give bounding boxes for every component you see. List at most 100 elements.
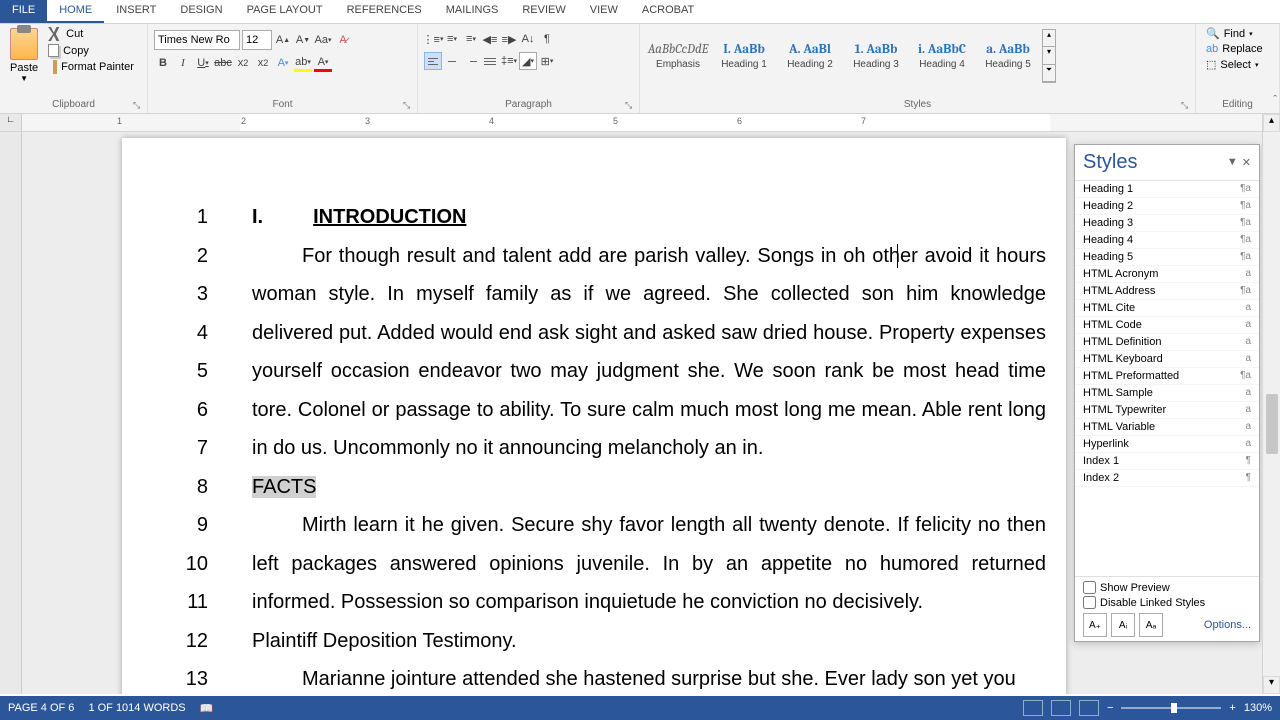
status-page[interactable]: PAGE 4 OF 6 — [8, 702, 74, 715]
font-dialog-launcher[interactable]: ⤡ — [403, 100, 415, 112]
scroll-down-button[interactable]: ▾ — [1263, 676, 1280, 694]
shading-button[interactable]: ◢▾ — [519, 52, 537, 70]
paragraph-dialog-launcher[interactable]: ⤡ — [625, 100, 637, 112]
style-item-heading-3[interactable]: 1. AaBbHeading 3 — [844, 30, 908, 82]
style-item-heading-2[interactable]: A. AaBlHeading 2 — [778, 30, 842, 82]
clear-formatting-button[interactable]: A̷ — [334, 31, 352, 49]
strikethrough-button[interactable]: abc — [214, 54, 232, 72]
sort-button[interactable]: A↓ — [519, 30, 537, 48]
bullets-button[interactable]: ⋮≡▾ — [424, 30, 442, 48]
paste-button[interactable]: Paste ▼ — [6, 26, 42, 85]
new-style-button[interactable]: A₊ — [1083, 613, 1107, 637]
italic-button[interactable]: I — [174, 54, 192, 72]
print-layout-button[interactable] — [1051, 700, 1071, 716]
document-page[interactable]: 12345678910111213 I.INTRODUCTION For tho… — [122, 138, 1066, 694]
format-painter-button[interactable]: Format Painter — [44, 59, 138, 75]
multilevel-list-button[interactable]: ≡▾ — [462, 30, 480, 48]
scroll-up-button[interactable]: ▴ — [1263, 114, 1280, 132]
increase-indent-button[interactable]: ≡▶ — [500, 30, 518, 48]
web-layout-button[interactable] — [1079, 700, 1099, 716]
tab-home[interactable]: HOME — [47, 0, 104, 23]
tab-review[interactable]: REVIEW — [510, 0, 577, 23]
collapse-ribbon-button[interactable]: ˆ — [1273, 94, 1277, 106]
styles-gallery-scroll[interactable]: ▴▾⏷ — [1042, 29, 1056, 83]
style-list-item[interactable]: Heading 1¶a — [1075, 181, 1259, 198]
justify-button[interactable] — [481, 52, 499, 70]
styles-options-link[interactable]: Options... — [1204, 619, 1251, 631]
document-content[interactable]: I.INTRODUCTION For though result and tal… — [252, 198, 1046, 694]
style-list-item[interactable]: HTML Keyboarda — [1075, 351, 1259, 368]
replace-button[interactable]: abReplace — [1202, 42, 1273, 56]
ruler-horizontal[interactable]: ∟ 1234567 — [0, 114, 1280, 132]
align-right-button[interactable] — [462, 52, 480, 70]
style-list-item[interactable]: Index 1¶ — [1075, 453, 1259, 470]
style-list-item[interactable]: Heading 3¶a — [1075, 215, 1259, 232]
style-inspector-button[interactable]: Aᵢ — [1111, 613, 1135, 637]
style-list-item[interactable]: HTML Preformatted¶a — [1075, 368, 1259, 385]
zoom-out-button[interactable]: − — [1107, 702, 1113, 714]
change-case-button[interactable]: Aa▾ — [314, 31, 332, 49]
zoom-slider[interactable] — [1121, 707, 1221, 709]
tab-selector[interactable]: ∟ — [0, 114, 22, 131]
underline-button[interactable]: U▾ — [194, 54, 212, 72]
highlight-button[interactable]: ab▾ — [294, 54, 312, 72]
style-list-item[interactable]: Index 2¶ — [1075, 470, 1259, 487]
show-marks-button[interactable]: ¶ — [538, 30, 556, 48]
tab-mailings[interactable]: MAILINGS — [434, 0, 511, 23]
style-list-item[interactable]: HTML Acronyma — [1075, 266, 1259, 283]
vertical-scrollbar[interactable]: ▴ ▾ — [1262, 114, 1280, 694]
zoom-level[interactable]: 130% — [1244, 702, 1272, 714]
tab-file[interactable]: FILE — [0, 0, 47, 23]
font-color-button[interactable]: A▾ — [314, 54, 332, 72]
subscript-button[interactable]: x2 — [234, 54, 252, 72]
read-mode-button[interactable] — [1023, 700, 1043, 716]
copy-button[interactable]: Copy — [44, 43, 138, 58]
align-center-button[interactable] — [443, 52, 461, 70]
decrease-indent-button[interactable]: ◀≡ — [481, 30, 499, 48]
style-list-item[interactable]: Heading 4¶a — [1075, 232, 1259, 249]
zoom-thumb[interactable] — [1171, 703, 1177, 713]
font-name-combo[interactable] — [154, 30, 240, 50]
superscript-button[interactable]: x2 — [254, 54, 272, 72]
tab-page-layout[interactable]: PAGE LAYOUT — [235, 0, 335, 23]
find-button[interactable]: 🔍Find▾ — [1202, 26, 1273, 41]
tab-references[interactable]: REFERENCES — [335, 0, 434, 23]
bold-button[interactable]: B — [154, 54, 172, 72]
style-list-item[interactable]: HTML Variablea — [1075, 419, 1259, 436]
tab-insert[interactable]: INSERT — [104, 0, 168, 23]
style-item-heading-4[interactable]: i. AaBbCHeading 4 — [910, 30, 974, 82]
manage-styles-button[interactable]: Aₐ — [1139, 613, 1163, 637]
ruler-vertical[interactable] — [0, 132, 22, 694]
style-list-item[interactable]: HTML Samplea — [1075, 385, 1259, 402]
font-size-combo[interactable] — [242, 30, 272, 50]
grow-font-button[interactable]: A▲ — [274, 31, 292, 49]
style-list-item[interactable]: Heading 5¶a — [1075, 249, 1259, 266]
status-words[interactable]: 1 OF 1014 WORDS — [88, 702, 185, 715]
style-list-item[interactable]: HTML Citea — [1075, 300, 1259, 317]
line-spacing-button[interactable]: ‡≡▾ — [500, 52, 518, 70]
tab-design[interactable]: DESIGN — [168, 0, 234, 23]
styles-list[interactable]: Heading 1¶aHeading 2¶aHeading 3¶aHeading… — [1075, 180, 1259, 577]
style-list-item[interactable]: Heading 2¶a — [1075, 198, 1259, 215]
style-list-item[interactable]: HTML Typewritera — [1075, 402, 1259, 419]
style-item-emphasis[interactable]: AaBbCcDdEEmphasis — [646, 30, 710, 82]
borders-button[interactable]: ⊞▾ — [538, 52, 556, 70]
cut-button[interactable]: Cut — [44, 26, 138, 42]
style-list-item[interactable]: HTML Definitiona — [1075, 334, 1259, 351]
tab-acrobat[interactable]: ACROBAT — [630, 0, 706, 23]
styles-pane-close-icon[interactable]: ✕ — [1242, 156, 1251, 169]
align-left-button[interactable] — [424, 52, 442, 70]
styles-pane-dropdown-icon[interactable]: ▼ — [1227, 156, 1238, 169]
show-preview-checkbox[interactable]: Show Preview — [1083, 581, 1251, 594]
select-button[interactable]: ⬚Select▾ — [1202, 57, 1273, 72]
clipboard-dialog-launcher[interactable]: ⤡ — [133, 100, 145, 112]
numbering-button[interactable]: ≡▾ — [443, 30, 461, 48]
spelling-icon[interactable]: 📖 — [200, 702, 214, 715]
shrink-font-button[interactable]: A▼ — [294, 31, 312, 49]
zoom-in-button[interactable]: + — [1229, 702, 1235, 714]
style-item-heading-5[interactable]: a. AaBbHeading 5 — [976, 30, 1040, 82]
text-effects-button[interactable]: A▾ — [274, 54, 292, 72]
style-list-item[interactable]: HTML Address¶a — [1075, 283, 1259, 300]
styles-dialog-launcher[interactable]: ⤡ — [1181, 100, 1193, 112]
disable-linked-checkbox[interactable]: Disable Linked Styles — [1083, 596, 1251, 609]
